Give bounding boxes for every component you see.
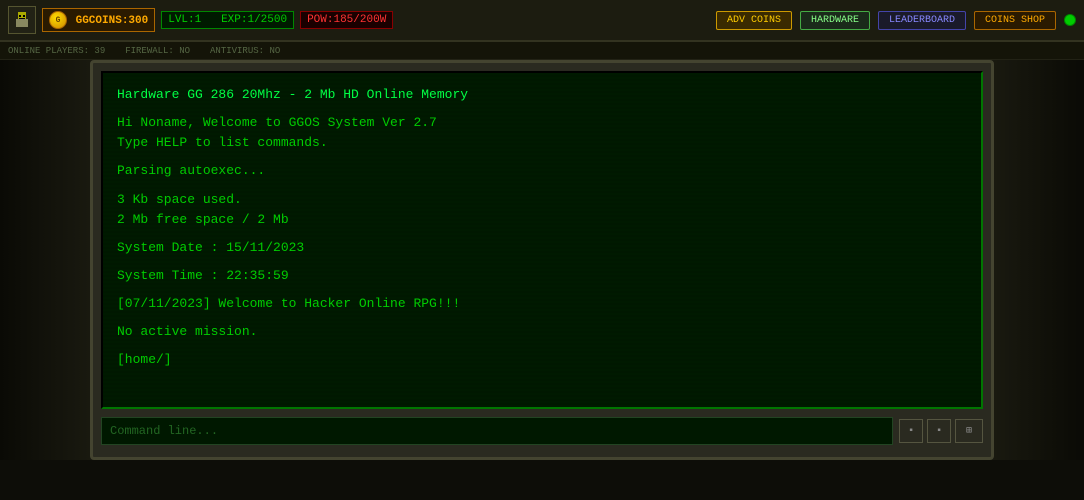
terminal-line-2: Hi Noname, Welcome to GGOS System Ver 2.… xyxy=(117,113,967,133)
command-bar: ▪ ▪ ⊞ xyxy=(101,413,983,449)
terminal-screen: Hardware GG 286 20Mhz - 2 Mb HD Online M… xyxy=(101,71,983,409)
terminal-line-10: System Date : 15/11/2023 xyxy=(117,238,967,258)
cmd-btn-3[interactable]: ⊞ xyxy=(955,419,983,443)
terminal-line-empty-17 xyxy=(117,342,967,350)
coins-shop-button[interactable]: COINS SHOP xyxy=(974,11,1056,30)
left-decoration xyxy=(0,60,95,460)
terminal-line-empty-1 xyxy=(117,105,967,113)
ggcoins-display: G GGCOINS:300 xyxy=(42,8,155,32)
command-input[interactable] xyxy=(101,417,893,445)
cmd-btn-2[interactable]: ▪ xyxy=(927,419,951,443)
terminal-line-3: Type HELP to list commands. xyxy=(117,133,967,153)
leaderboard-button[interactable]: LEADERBOARD xyxy=(878,11,966,30)
terminal-line-5: Parsing autoexec... xyxy=(117,161,967,181)
avatar xyxy=(8,6,36,34)
online-players-status: ONLINE PLAYERS: 39 xyxy=(8,46,105,56)
antivirus-status: ANTIVIRUS: NO xyxy=(210,46,280,56)
online-status-dot xyxy=(1064,14,1076,26)
bottom-area xyxy=(0,460,1084,500)
cmd-buttons: ▪ ▪ ⊞ xyxy=(899,419,983,443)
terminal-line-empty-4 xyxy=(117,153,967,161)
terminal-line-14: [07/11/2023] Welcome to Hacker Online RP… xyxy=(117,294,967,314)
terminal-line-7: 3 Kb space used. xyxy=(117,190,967,210)
terminal-line-empty-9 xyxy=(117,230,967,238)
terminal-line-12: System Time : 22:35:59 xyxy=(117,266,967,286)
cmd-btn-1[interactable]: ▪ xyxy=(899,419,923,443)
terminal-line-18: [home/] xyxy=(117,350,967,370)
exp-label: EXP:1/2500 xyxy=(221,14,287,26)
ggcoins-label: GGCOINS:300 xyxy=(76,15,149,27)
terminal-line-empty-13 xyxy=(117,286,967,294)
terminal-line-empty-11 xyxy=(117,258,967,266)
adv-coins-button[interactable]: ADV COINS xyxy=(716,11,792,30)
pow-display: POW:185/200W xyxy=(300,11,393,29)
topbar-nav: ADV COINS HARDWARE LEADERBOARD COINS SHO… xyxy=(716,11,1076,30)
terminal-output: Hardware GG 286 20Mhz - 2 Mb HD Online M… xyxy=(117,85,967,371)
statusbar: ONLINE PLAYERS: 39 FIREWALL: NO ANTIVIRU… xyxy=(0,42,1084,60)
pow-label: POW:185/200W xyxy=(307,14,386,26)
topbar: G GGCOINS:300 LVL:1 EXP:1/2500 POW:185/2… xyxy=(0,0,1084,42)
xp-display: LVL:1 EXP:1/2500 xyxy=(161,11,294,29)
firewall-status: FIREWALL: NO xyxy=(125,46,190,56)
right-decoration xyxy=(989,60,1084,460)
terminal-line-0: Hardware GG 286 20Mhz - 2 Mb HD Online M… xyxy=(117,85,967,105)
terminal-line-empty-15 xyxy=(117,314,967,322)
terminal-line-8: 2 Mb free space / 2 Mb xyxy=(117,210,967,230)
lvl-label: LVL:1 xyxy=(168,14,201,26)
hardware-button[interactable]: HARDWARE xyxy=(800,11,870,30)
terminal-line-16: No active mission. xyxy=(117,322,967,342)
coin-icon: G xyxy=(49,11,67,29)
terminal-container: Hardware GG 286 20Mhz - 2 Mb HD Online M… xyxy=(90,60,994,460)
terminal-line-empty-6 xyxy=(117,182,967,190)
